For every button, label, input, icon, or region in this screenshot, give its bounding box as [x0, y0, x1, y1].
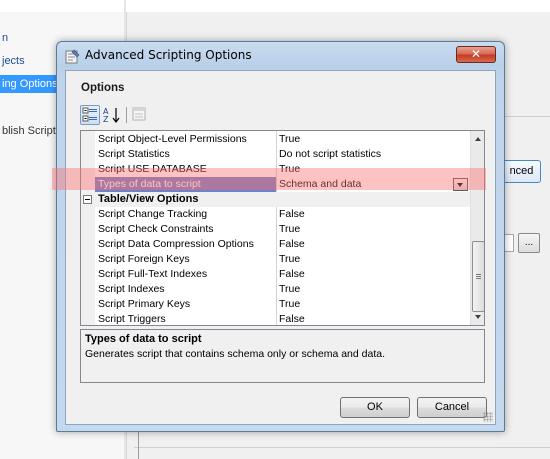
- scroll-down-icon[interactable]: [471, 310, 484, 325]
- property-name: Script Full-Text Indexes: [98, 268, 208, 280]
- ok-button[interactable]: OK: [340, 397, 410, 418]
- grid-row[interactable]: Script Foreign Keys True: [81, 252, 470, 267]
- toolbar-separator: [126, 107, 127, 123]
- grid-row[interactable]: Script Triggers False: [81, 312, 470, 325]
- highlight-annotation: [52, 168, 486, 190]
- resize-grip-icon[interactable]: [483, 412, 493, 422]
- alphabetical-icon: A Z: [103, 107, 120, 124]
- property-value: True: [279, 298, 301, 310]
- grid-row[interactable]: Script Statistics Do not script statisti…: [81, 147, 470, 162]
- background-top: [0, 0, 550, 12]
- scroll-up-icon[interactable]: [471, 131, 484, 146]
- category-name: Table/View Options: [98, 193, 199, 205]
- dialog-app-icon: [65, 49, 80, 64]
- property-value: False: [279, 208, 305, 220]
- close-button[interactable]: ✕: [456, 46, 496, 63]
- grid-row[interactable]: Script Check Constraints True: [81, 222, 470, 237]
- description-panel: Types of data to script Generates script…: [80, 329, 485, 383]
- description-text: Generates script that contains schema on…: [85, 348, 385, 360]
- close-icon: ✕: [470, 47, 482, 61]
- property-value: False: [279, 268, 305, 280]
- background-browse-button[interactable]: ...: [518, 233, 540, 253]
- bg-nav-item-0[interactable]: n: [0, 29, 8, 47]
- property-name: Script Foreign Keys: [98, 253, 190, 265]
- grid-row[interactable]: Script Object-Level Permissions True: [81, 132, 470, 147]
- categorized-button[interactable]: [80, 105, 100, 125]
- property-name: Script Data Compression Options: [98, 238, 254, 250]
- grid-scrollbar[interactable]: [470, 131, 484, 325]
- property-value: True: [279, 133, 301, 145]
- grid-row[interactable]: Script Full-Text Indexes False: [81, 267, 470, 282]
- property-value: False: [279, 313, 305, 325]
- property-name: Script Statistics: [98, 148, 170, 160]
- categorized-icon: [82, 107, 97, 122]
- grid-row[interactable]: Script Primary Keys True: [81, 297, 470, 312]
- property-value: True: [279, 223, 301, 235]
- background-bottom-divider: [138, 430, 139, 459]
- collapse-icon[interactable]: [83, 195, 92, 204]
- property-name: Script Primary Keys: [98, 298, 191, 310]
- grid-row[interactable]: Script Data Compression Options False: [81, 237, 470, 252]
- description-title: Types of data to script: [85, 333, 202, 345]
- alphabetical-button[interactable]: A Z: [102, 105, 122, 125]
- property-value: True: [279, 253, 301, 265]
- dialog-titlebar[interactable]: Advanced Scripting Options ✕: [57, 42, 504, 70]
- dialog-title: Advanced Scripting Options: [85, 48, 252, 62]
- property-pages-icon: [132, 107, 146, 121]
- property-name: Script Object-Level Permissions: [98, 133, 247, 145]
- background-rule: [502, 116, 550, 117]
- grid-category-row[interactable]: Table/View Options: [81, 192, 470, 207]
- property-pages-button[interactable]: [130, 105, 150, 125]
- bg-nav-item-1[interactable]: jects: [0, 52, 25, 70]
- property-name: Script Check Constraints: [98, 223, 214, 235]
- property-value: False: [279, 238, 305, 250]
- grid-row[interactable]: Script Indexes True: [81, 282, 470, 297]
- grip-icon: [476, 274, 481, 280]
- property-grid: Script Object-Level Permissions True Scr…: [80, 130, 485, 326]
- advanced-scripting-options-dialog: Advanced Scripting Options ✕ Options A Z…: [56, 41, 505, 432]
- background-advanced-button[interactable]: nced: [502, 160, 541, 183]
- grid-row[interactable]: Script Change Tracking False: [81, 207, 470, 222]
- svg-text:Z: Z: [103, 115, 109, 124]
- bg-nav-item-3[interactable]: blish Scripts: [0, 122, 61, 140]
- property-value: Do not script statistics: [279, 148, 382, 160]
- options-heading: Options: [81, 82, 125, 94]
- cancel-button[interactable]: Cancel: [417, 397, 487, 418]
- property-name: Script Change Tracking: [98, 208, 208, 220]
- property-name: Script Indexes: [98, 283, 165, 295]
- background-bottom-rule: [134, 447, 550, 448]
- property-value: True: [279, 283, 301, 295]
- scroll-thumb[interactable]: [472, 241, 484, 312]
- property-name: Script Triggers: [98, 313, 166, 325]
- dialog-client-area: Options A Z Script Object-Level Permissi…: [65, 70, 496, 425]
